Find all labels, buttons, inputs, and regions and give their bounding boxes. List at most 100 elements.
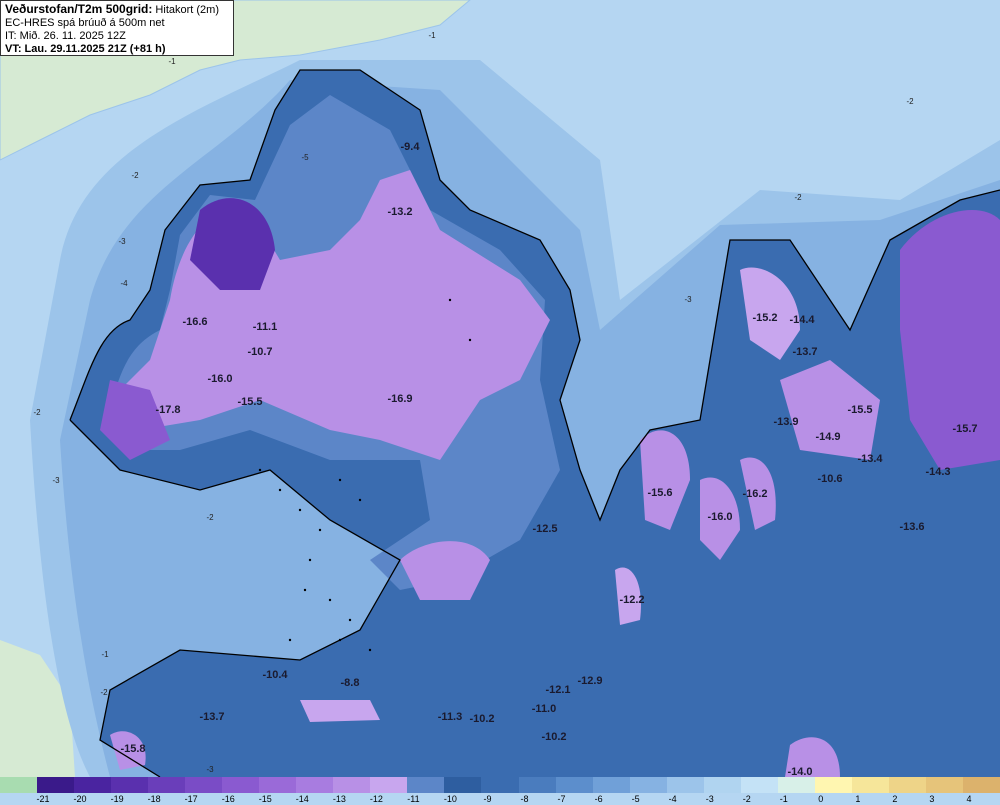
contour-label: -2 bbox=[100, 688, 108, 697]
temperature-label: -15.5 bbox=[237, 396, 262, 408]
legend-color-swatch bbox=[407, 777, 445, 793]
legend-color-swatch bbox=[111, 777, 149, 793]
legend-tick-label: -8 bbox=[520, 794, 529, 804]
temperature-label: -14.0 bbox=[787, 766, 812, 777]
legend-tick-label: -13 bbox=[332, 794, 346, 804]
valid-time: VT: Lau. 29.11.2025 21Z (+81 h) bbox=[5, 43, 166, 55]
temperature-label: -16.6 bbox=[182, 316, 207, 328]
temperature-label: -17.8 bbox=[155, 404, 180, 416]
legend-color-swatch bbox=[555, 777, 594, 793]
legend-color-swatch bbox=[888, 777, 927, 793]
temperature-map: -9.4 -13.2 -16.6 -11.1 -10.7 -16.0 -15.5 -17.8 -… bbox=[0, 0, 1000, 777]
legend-tick-label: -3 bbox=[705, 794, 714, 804]
legend-tick-label: -17 bbox=[184, 794, 198, 804]
temperature-label: -16.9 bbox=[387, 393, 412, 405]
legend-tick-label: -18 bbox=[147, 794, 161, 804]
map-subtitle: Hitakort (2m) bbox=[152, 4, 219, 16]
temperature-label: -13.9 bbox=[773, 416, 798, 428]
legend-color-swatch bbox=[370, 777, 408, 793]
legend-tick-label: 0 bbox=[818, 794, 824, 804]
contour-label: -4 bbox=[120, 279, 128, 288]
contour-label: -2 bbox=[794, 193, 802, 202]
temperature-label: -15.8 bbox=[120, 743, 145, 755]
temperature-label: -14.4 bbox=[789, 314, 815, 326]
contour-label: -2 bbox=[906, 97, 914, 106]
temperature-label: -13.6 bbox=[899, 521, 924, 533]
legend-color-swatch bbox=[666, 777, 705, 793]
legend-tick-label: 1 bbox=[855, 794, 861, 804]
temperature-label: -11.3 bbox=[438, 711, 462, 723]
legend-color-swatch bbox=[740, 777, 779, 793]
temperature-label: -10.2 bbox=[541, 731, 566, 743]
legend-tick-label: -10 bbox=[443, 794, 457, 804]
temperature-label: -15.5 bbox=[847, 404, 872, 416]
legend-color-swatch bbox=[296, 777, 334, 793]
legend-color-swatch bbox=[629, 777, 668, 793]
legend-color-swatch bbox=[0, 777, 38, 793]
model-info: EC-HRES spá brúuð á 500m net bbox=[5, 17, 165, 29]
legend-tick-label: -16 bbox=[221, 794, 235, 804]
temperature-label: -12.5 bbox=[532, 523, 557, 535]
legend-tick-label: 4 bbox=[966, 794, 972, 804]
legend-tick-label: -6 bbox=[594, 794, 603, 804]
contour-label: -3 bbox=[684, 295, 692, 304]
map-header: Veðurstofan/T2m 500grid: Hitakort (2m) E… bbox=[0, 0, 234, 56]
temperature-label: -8.8 bbox=[341, 677, 360, 689]
legend-tick-label: -14 bbox=[295, 794, 309, 804]
legend-tick-label: -2 bbox=[742, 794, 751, 804]
map-title: Veðurstofan/T2m 500grid: bbox=[5, 2, 153, 16]
contour-label: -3 bbox=[206, 765, 214, 774]
legend-tick-label: -11 bbox=[407, 794, 420, 804]
temperature-label: -15.7 bbox=[952, 423, 977, 435]
legend-color-swatch bbox=[777, 777, 816, 793]
legend-color-swatch bbox=[148, 777, 186, 793]
legend-color-swatch bbox=[518, 777, 557, 793]
interior-cold-13 bbox=[300, 700, 380, 722]
temperature-label: -16.0 bbox=[207, 373, 232, 385]
legend-tick-label: -21 bbox=[36, 794, 50, 804]
legend-color-swatch bbox=[481, 777, 519, 793]
color-legend: -21 -20 -19 -18 -17 -16 -15 -14 -13 -12 -11 -10 -9 -8… bbox=[0, 777, 1000, 805]
temperature-label: -9.4 bbox=[401, 141, 421, 153]
temperature-label: -14.3 bbox=[925, 466, 950, 478]
legend-tick-label: -1 bbox=[779, 794, 788, 804]
legend-tick-label: -20 bbox=[73, 794, 87, 804]
legend-tick-label: 3 bbox=[929, 794, 935, 804]
temperature-label: -12.1 bbox=[545, 684, 570, 696]
temperature-label: -12.2 bbox=[619, 594, 644, 606]
contour-label: -1 bbox=[428, 31, 436, 40]
legend-color-swatch bbox=[962, 777, 1000, 793]
legend-color-swatch bbox=[74, 777, 112, 793]
contour-label: -2 bbox=[131, 171, 139, 180]
temperature-label: -12.9 bbox=[577, 675, 602, 687]
temperature-label: -11.0 bbox=[532, 703, 556, 715]
temperature-label: -16.2 bbox=[742, 488, 767, 500]
temperature-label: -11.1 bbox=[253, 321, 277, 333]
legend-color-swatch bbox=[814, 777, 853, 793]
temperature-label: -10.2 bbox=[469, 713, 494, 725]
contour-label: -3 bbox=[118, 237, 126, 246]
legend-color-swatch bbox=[444, 777, 482, 793]
temperature-label: -15.2 bbox=[752, 312, 777, 324]
legend-color-swatch bbox=[222, 777, 260, 793]
legend-tick-label: 2 bbox=[892, 794, 898, 804]
temperature-label: -15.6 bbox=[647, 487, 672, 499]
legend-color-swatch bbox=[259, 777, 297, 793]
legend-color-swatch bbox=[333, 777, 371, 793]
temperature-label: -10.7 bbox=[247, 346, 272, 358]
legend-tick-label: -15 bbox=[258, 794, 272, 804]
temperature-label: -13.7 bbox=[199, 711, 224, 723]
legend-color-swatch bbox=[703, 777, 742, 793]
legend-tick-label: -19 bbox=[110, 794, 124, 804]
legend-color-swatch bbox=[592, 777, 631, 793]
contour-label: -1 bbox=[101, 650, 109, 659]
contour-label: -3 bbox=[52, 476, 60, 485]
temperature-label: -13.7 bbox=[792, 346, 817, 358]
contour-label: -5 bbox=[301, 153, 309, 162]
contour-label: -2 bbox=[206, 513, 214, 522]
temperature-label: -14.9 bbox=[815, 431, 840, 443]
temperature-label: -16.0 bbox=[707, 511, 732, 523]
temperature-label: -13.4 bbox=[857, 453, 883, 465]
legend-color-swatch bbox=[185, 777, 223, 793]
legend-color-swatch bbox=[37, 777, 75, 793]
